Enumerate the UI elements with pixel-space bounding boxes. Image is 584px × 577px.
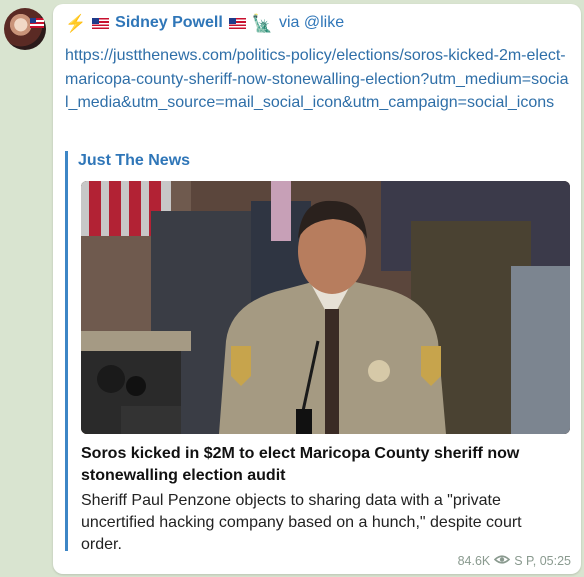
us-flag-icon: [228, 17, 246, 29]
message-meta: 84.6K S P, 05:25: [458, 554, 571, 568]
eye-icon: [494, 554, 511, 568]
link-preview[interactable]: Just The News Soros kicked in $2M to ele…: [65, 151, 570, 553]
avatar-flag: [30, 18, 44, 28]
message-signature-time: S P, 05:25: [514, 554, 571, 568]
preview-image[interactable]: [81, 181, 570, 434]
message-header: ⚡ Sidney Powell 🗽 via @like: [65, 14, 344, 32]
avatar[interactable]: [4, 8, 46, 50]
lightning-icon: ⚡: [65, 13, 87, 33]
article-link[interactable]: https://justthenews.com/politics-policy/…: [65, 44, 570, 115]
us-flag-icon: [92, 17, 110, 29]
view-count: 84.6K: [457, 554, 491, 568]
via-bot-link[interactable]: via @like: [279, 14, 344, 32]
message-bubble: ⚡ Sidney Powell 🗽 via @like https://just…: [53, 4, 581, 574]
preview-photo-illustration: [81, 181, 570, 434]
statue-of-liberty-icon: 🗽: [251, 13, 273, 33]
author-name[interactable]: Sidney Powell: [115, 14, 223, 32]
preview-description: Sheriff Paul Penzone objects to sharing …: [81, 492, 522, 553]
preview-title[interactable]: Soros kicked in $2M to elect Maricopa Co…: [81, 443, 561, 487]
preview-site-name: Just The News: [78, 152, 191, 169]
